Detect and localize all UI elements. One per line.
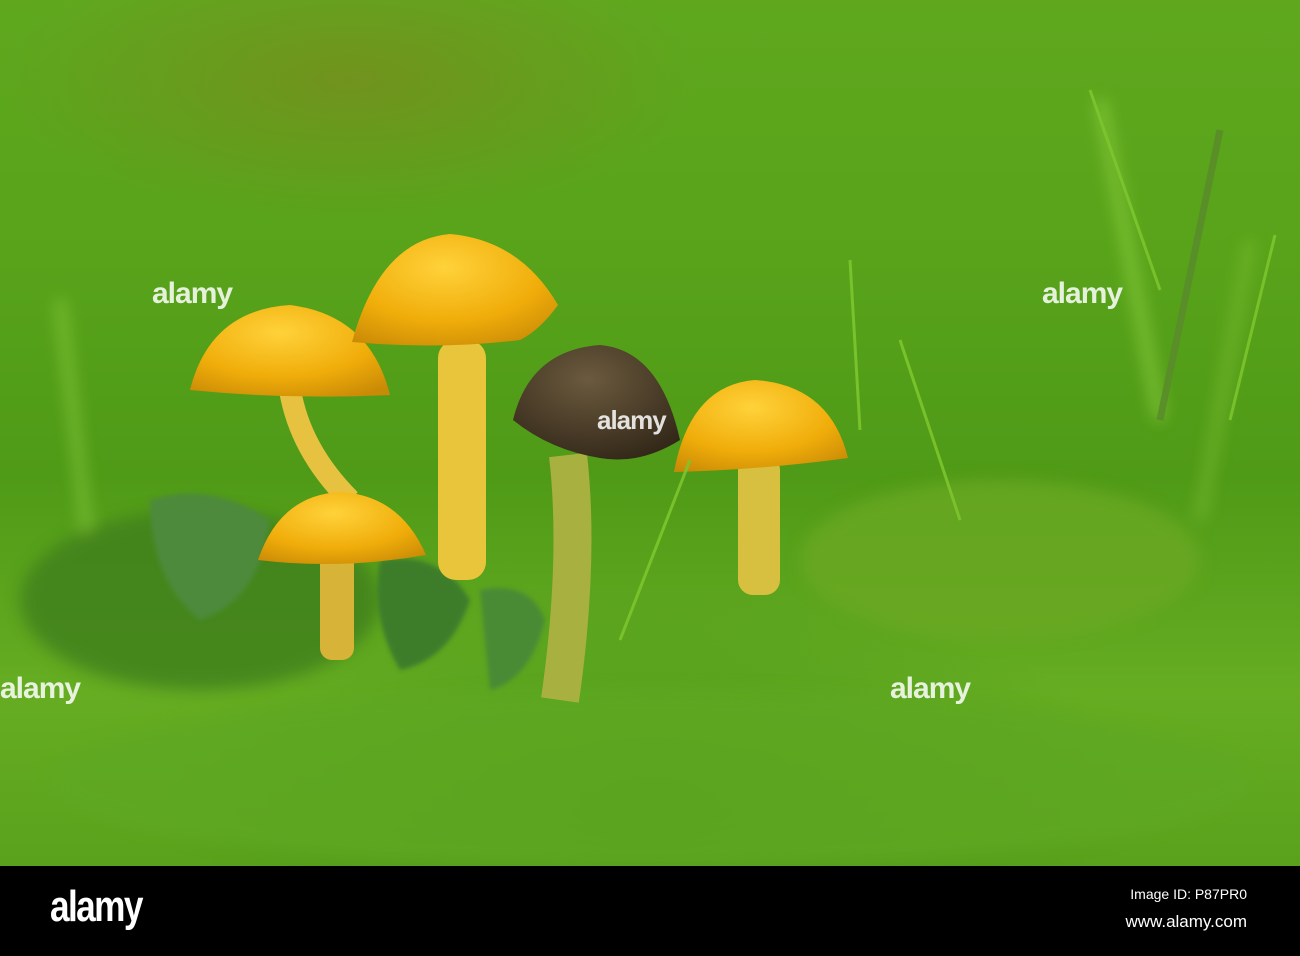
background-grass-blur [20,99,1254,866]
image-id: Image ID: P87PR0 [1130,886,1247,902]
footer-bar: alamy Image ID: P87PR0 www.alamy.com [0,866,1300,956]
watermark-text: alamy [597,405,667,435]
watermark-text: alamy [0,672,81,705]
photo-mushrooms-in-grass: alamy alamy alamy alamy alamy [0,0,1300,866]
site-url: www.alamy.com [1125,912,1247,931]
watermark-text: alamy [152,277,233,310]
watermark-text: alamy [1042,277,1123,310]
alamy-logo: alamy [50,882,143,931]
watermark-text: alamy [890,672,971,705]
